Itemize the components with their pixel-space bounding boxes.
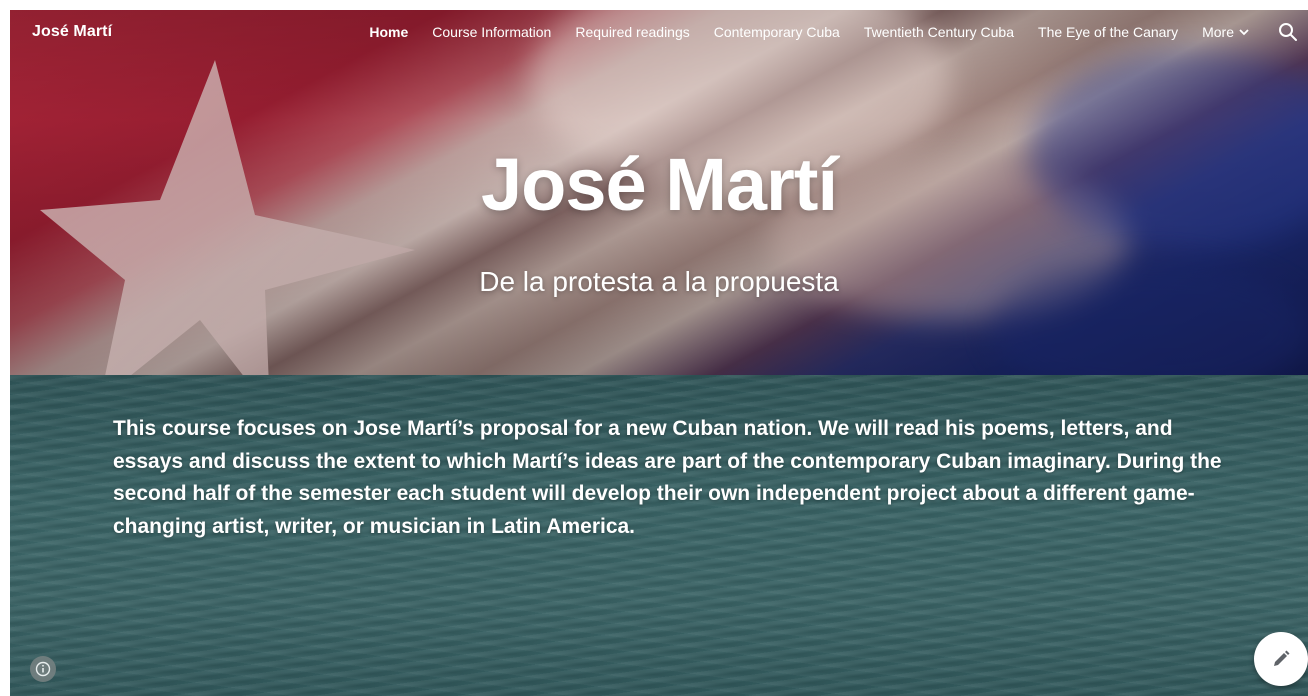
course-description: This course focuses on Jose Martí’s prop… <box>113 417 1222 538</box>
intro-section: This course focuses on Jose Martí’s prop… <box>10 375 1308 696</box>
info-icon <box>35 661 51 677</box>
nav-item-course-information[interactable]: Course Information <box>432 24 551 40</box>
nav-menu: Home Course Information Required reading… <box>369 24 1250 40</box>
nav-item-contemporary-cuba[interactable]: Contemporary Cuba <box>714 24 840 40</box>
chevron-down-icon <box>1239 29 1249 36</box>
nav-item-more[interactable]: More <box>1202 24 1250 40</box>
nav-item-required-readings[interactable]: Required readings <box>575 24 689 40</box>
page-frame: José Martí De la protesta a la propuesta… <box>10 10 1308 696</box>
site-info-button[interactable] <box>30 656 56 682</box>
hero-banner: José Martí De la protesta a la propuesta <box>10 10 1308 375</box>
site-brand[interactable]: José Martí <box>32 23 112 41</box>
top-navigation: José Martí Home Course Information Requi… <box>10 10 1308 56</box>
pencil-icon <box>1274 650 1290 666</box>
nav-more-label: More <box>1202 24 1234 40</box>
hero-title: José Martí <box>480 143 838 226</box>
nav-item-home[interactable]: Home <box>369 24 408 40</box>
search-icon[interactable] <box>1278 22 1298 42</box>
edit-button[interactable] <box>1254 632 1308 686</box>
hero-subtitle: De la protesta a la propuesta <box>479 266 839 297</box>
nav-item-eye-of-the-canary[interactable]: The Eye of the Canary <box>1038 24 1178 40</box>
nav-item-twentieth-century-cuba[interactable]: Twentieth Century Cuba <box>864 24 1014 40</box>
